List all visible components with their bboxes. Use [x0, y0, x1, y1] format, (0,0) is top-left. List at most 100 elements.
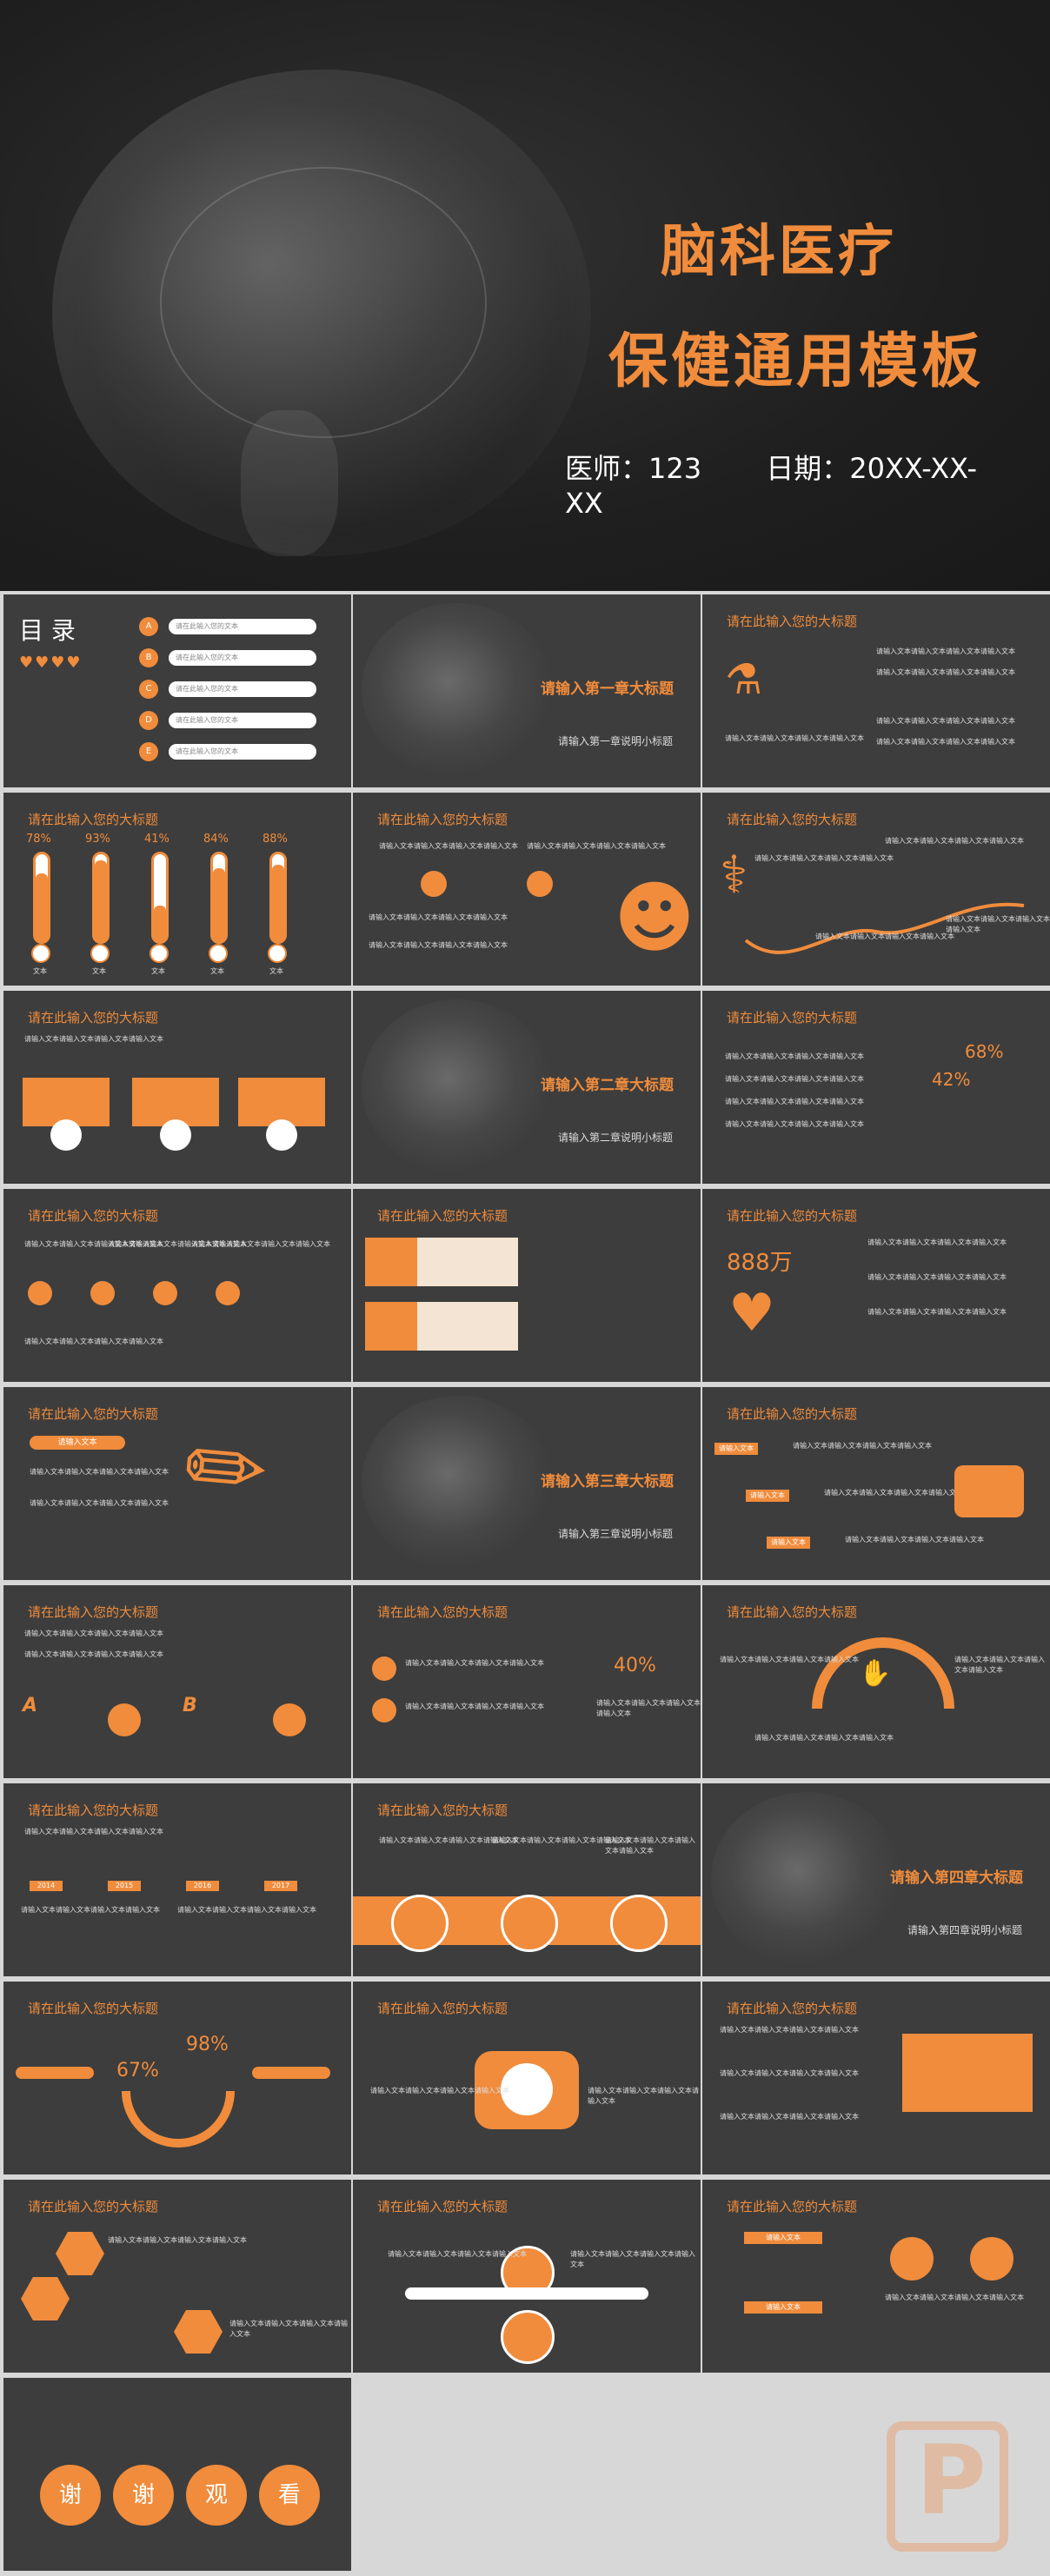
slide-11[interactable]: 请在此输入您的大标题	[353, 1189, 701, 1382]
slide-toc[interactable]: 目 录 ♥♥♥♥ A 请在此输入您的文本 B 请在此输入您的文本 C 请在此输入…	[3, 594, 351, 787]
chapter-subtitle: 请输入第三章说明小标题	[558, 1528, 674, 1540]
body-text: 请输入文本请输入文本请输入文本请输入文本	[725, 1098, 864, 1105]
thanks-char: 看	[259, 2465, 320, 2526]
thermo-label: 78%	[26, 833, 51, 846]
body-text: 请输入文本请输入文本请输入文本请输入文本	[867, 1273, 1007, 1281]
stat-40: 40%	[614, 1655, 656, 1676]
body-text: 请输入文本请输入文本请输入文本请输入文本	[24, 1035, 163, 1043]
medicine-icon	[372, 1698, 396, 1723]
slide-heading: 请在此输入您的大标题	[727, 2001, 858, 2016]
slide-12[interactable]: 请在此输入您的大标题 888万 ♥ 请输入文本请输入文本请输入文本请输入文本 请…	[702, 1189, 1050, 1382]
syringe-icon: ✎	[159, 1401, 293, 1538]
chapter-subtitle: 请输入第二章说明小标题	[558, 1132, 674, 1144]
case-icon	[216, 1281, 240, 1305]
slide-26[interactable]: 请在此输入您的大标题 请输入文本请输入文本请输入文本请输入文本 请输入文本请输入…	[353, 2180, 701, 2373]
slide-heading: 请在此输入您的大标题	[377, 1604, 508, 1620]
slide-heading: 请在此输入您的大标题	[727, 812, 858, 827]
slide-chapter-1[interactable]: 请输入第一章大标题 请输入第一章说明小标题	[353, 594, 701, 787]
body-text: 请输入文本请输入文本请输入文本请输入文本	[725, 734, 864, 742]
slide-22[interactable]: 请在此输入您的大标题 67% 98%	[3, 1982, 351, 2174]
toc-letter: E	[139, 742, 158, 761]
slide-16[interactable]: 请在此输入您的大标题 请输入文本请输入文本请输入文本请输入文本 请输入文本请输入…	[3, 1585, 351, 1778]
flask-icon	[28, 1281, 52, 1305]
slide-24[interactable]: 请在此输入您的大标题 请输入文本请输入文本请输入文本请输入文本 请输入文本请输入…	[702, 1982, 1050, 2174]
brain-image	[362, 1396, 553, 1570]
body-text: 请输入文本请输入文本请输入文本请输入文本	[605, 1836, 695, 1855]
slide-chapter-3[interactable]: 请输入第三章大标题 请输入第三章说明小标题	[353, 1387, 701, 1580]
body-text: 请输入文本请输入文本请输入文本请输入文本	[30, 1499, 169, 1507]
body-text: 请输入文本请输入文本请输入文本请输入文本	[793, 1442, 932, 1450]
slide-9[interactable]: 请在此输入您的大标题 请输入文本请输入文本请输入文本请输入文本 请输入文本请输入…	[702, 991, 1050, 1184]
slide-heading: 请在此输入您的大标题	[377, 1803, 508, 1818]
thermometer-bar	[151, 852, 169, 944]
medicine-icon	[153, 1281, 177, 1305]
text-card	[417, 1238, 518, 1286]
watermark-logo	[887, 2421, 1008, 2552]
thermometer-bulb	[268, 944, 287, 963]
slide-7[interactable]: 请在此输入您的大标题 请输入文本请输入文本请输入文本请输入文本	[3, 991, 351, 1184]
slide-thanks[interactable]: 谢 谢 观 看	[3, 2378, 351, 2571]
body-text: 请输入文本请输入文本请输入文本请输入文本	[754, 1734, 894, 1742]
thermometer-fill	[95, 860, 107, 941]
toc-item[interactable]: 请在此输入您的文本	[169, 713, 316, 728]
cover-title-line2: 保健通用模板	[608, 328, 985, 396]
slide-27[interactable]: 请在此输入您的大标题 请输入文本 请输入文本 请输入文本请输入文本请输入文本请输…	[702, 2180, 1050, 2373]
slide-5[interactable]: 请在此输入您的大标题 请输入文本请输入文本请输入文本请输入文本 请输入文本请输入…	[353, 793, 701, 986]
toc-item[interactable]: 请在此输入您的文本	[169, 619, 316, 634]
slide-6[interactable]: 请在此输入您的大标题 ⚕ 请输入文本请输入文本请输入文本请输入文本 请输入文本请…	[702, 793, 1050, 986]
body-text: 请输入文本请输入文本请输入文本请输入文本	[570, 2250, 695, 2268]
slide-19[interactable]: 请在此输入您的大标题 请输入文本请输入文本请输入文本请输入文本 2014 201…	[3, 1783, 351, 1976]
thermometer-bulb	[150, 944, 169, 963]
stat-98: 98%	[186, 2034, 229, 2055]
toc-item[interactable]: 请在此输入您的文本	[169, 681, 316, 697]
body-text: 请输入文本请输入文本请输入文本请输入文本	[177, 1906, 316, 1914]
thanks-char: 谢	[40, 2465, 101, 2526]
slide-thermometers[interactable]: 请在此输入您的大标题 78% 文本 93% 文本 41% 文本 84% 文本 88% 文本	[3, 793, 351, 986]
year-tag: 2015	[108, 1881, 141, 1891]
slide-13[interactable]: 请在此输入您的大标题 请输入文本 请输入文本请输入文本请输入文本请输入文本 请输…	[3, 1387, 351, 1580]
body-text: 请输入文本请输入文本请输入文本请输入文本	[845, 1536, 984, 1544]
body-text: 请输入文本请输入文本请输入文本请输入文本	[876, 668, 1015, 676]
slide-chapter-2[interactable]: 请输入第二章大标题 请输入第二章说明小标题	[353, 991, 701, 1184]
heart-icon	[527, 871, 553, 897]
body-text: 请输入文本请输入文本请输入文本请输入文本	[885, 837, 1024, 845]
slide-15[interactable]: 请在此输入您的大标题 请输入文本 请输入文本 请输入文本 请输入文本请输入文本请…	[702, 1387, 1050, 1580]
slide-chapter-4[interactable]: 请输入第四章大标题 请输入第四章说明小标题	[702, 1783, 1050, 1976]
year-tag: 2017	[264, 1881, 297, 1891]
medicine-icon	[890, 2237, 934, 2281]
text-tag: 请输入文本	[744, 2301, 822, 2314]
slide-20[interactable]: 请在此输入您的大标题 请输入文本请输入文本请输入文本请输入文本 请输入文本请输入…	[353, 1783, 701, 1976]
text-card	[417, 1302, 518, 1351]
thermometer-fill	[213, 868, 225, 941]
body-text: 请输入文本请输入文本请输入文本请输入文本	[720, 2069, 859, 2077]
slide-heading: 请在此输入您的大标题	[727, 1604, 858, 1620]
toc-item[interactable]: 请在此输入您的文本	[169, 650, 316, 666]
slide-25[interactable]: 请在此输入您的大标题 请输入文本请输入文本请输入文本请输入文本 请输入文本请输入…	[3, 2180, 351, 2373]
toc-item[interactable]: 请在此输入您的文本	[169, 744, 316, 760]
body-text: 请输入文本请输入文本请输入文本请输入文本	[24, 1630, 163, 1637]
body-text: 请输入文本请输入文本请输入文本请输入文本	[815, 933, 954, 940]
label-b: B	[183, 1695, 197, 1716]
quote-box	[902, 2034, 1033, 2112]
slide-10[interactable]: 请在此输入您的大标题 请输入文本请输入文本请输入文本请输入文本 请输入文本请输入…	[3, 1189, 351, 1382]
thanks-char: 观	[186, 2465, 247, 2526]
label-a: A	[23, 1695, 38, 1716]
hexagon	[56, 2232, 104, 2275]
body-text: 请输入文本请输入文本请输入文本请输入文本	[229, 2320, 348, 2338]
body-text: 请输入文本请输入文本请输入文本请输入文本	[405, 1659, 544, 1667]
slide-3[interactable]: 请在此输入您的大标题 ⚗ 请输入文本请输入文本请输入文本请输入文本 请输入文本请…	[702, 594, 1050, 787]
toc-letter: A	[139, 617, 158, 636]
thermometer-bulb	[90, 944, 110, 963]
body-text: 请输入文本请输入文本请输入文本请输入文本	[876, 717, 1015, 725]
slide-18[interactable]: 请在此输入您的大标题 ✋ 请输入文本请输入文本请输入文本请输入文本 请输入文本请…	[702, 1585, 1050, 1778]
medicine-icon	[610, 1895, 668, 1952]
text-tag	[252, 2067, 330, 2079]
slide-23[interactable]: 请在此输入您的大标题 请输入文本请输入文本请输入文本请输入文本 请输入文本请输入…	[353, 1982, 701, 2174]
slide-heading: 请在此输入您的大标题	[28, 1803, 159, 1818]
cover-slide[interactable]: 脑科医疗 保健通用模板 医师：123 日期：20XX-XX-XX	[0, 0, 1050, 591]
text-tag: 请输入文本	[744, 2232, 822, 2244]
slide-17[interactable]: 请在此输入您的大标题 请输入文本请输入文本请输入文本请输入文本 请输入文本请输入…	[353, 1585, 701, 1778]
slide-heading: 请在此输入您的大标题	[727, 1208, 858, 1224]
body-text: 请输入文本请输入文本请输入文本请输入文本	[369, 913, 508, 921]
body-text: 请输入文本请输入文本请输入文本请输入文本	[191, 1240, 330, 1248]
